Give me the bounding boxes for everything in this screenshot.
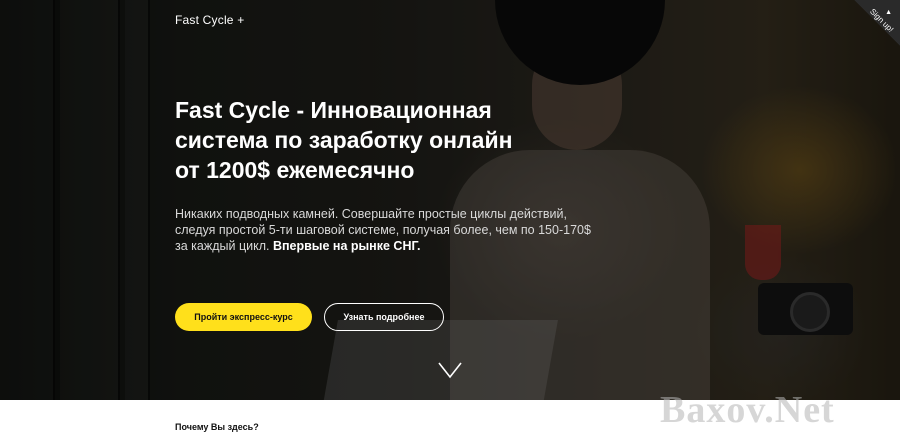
hero-headline-line: Fast Cycle - Инновационная	[175, 97, 492, 123]
hero-overlay	[0, 0, 900, 400]
chevron-down-icon[interactable]	[438, 360, 462, 380]
signup-ribbon[interactable]: ▲ Sign up!	[854, 0, 900, 46]
hero-description-highlight: Впервые на рынке СНГ.	[272, 239, 421, 253]
hero-description: Никаких подводных камней. Совершайте про…	[175, 206, 595, 254]
watermark: Baxov.Net	[660, 389, 835, 431]
site-logo[interactable]: Fast Cycle +	[175, 13, 244, 27]
hero-headline-line: система по заработку онлайн	[175, 127, 513, 153]
section-title: Почему Вы здесь?	[175, 422, 259, 432]
hero-headline: Fast Cycle - Инновационная система по за…	[175, 95, 555, 185]
hero-headline-line: от 1200$ ежемесячно	[175, 157, 415, 183]
ribbon-arrow-icon: ▲	[885, 9, 892, 16]
hero-section: Fast Cycle + ▲ Sign up! Fast Cycle - Инн…	[0, 0, 900, 400]
express-course-button[interactable]: Пройти экспресс-курс	[175, 303, 312, 331]
learn-more-button[interactable]: Узнать подробнее	[324, 303, 444, 331]
